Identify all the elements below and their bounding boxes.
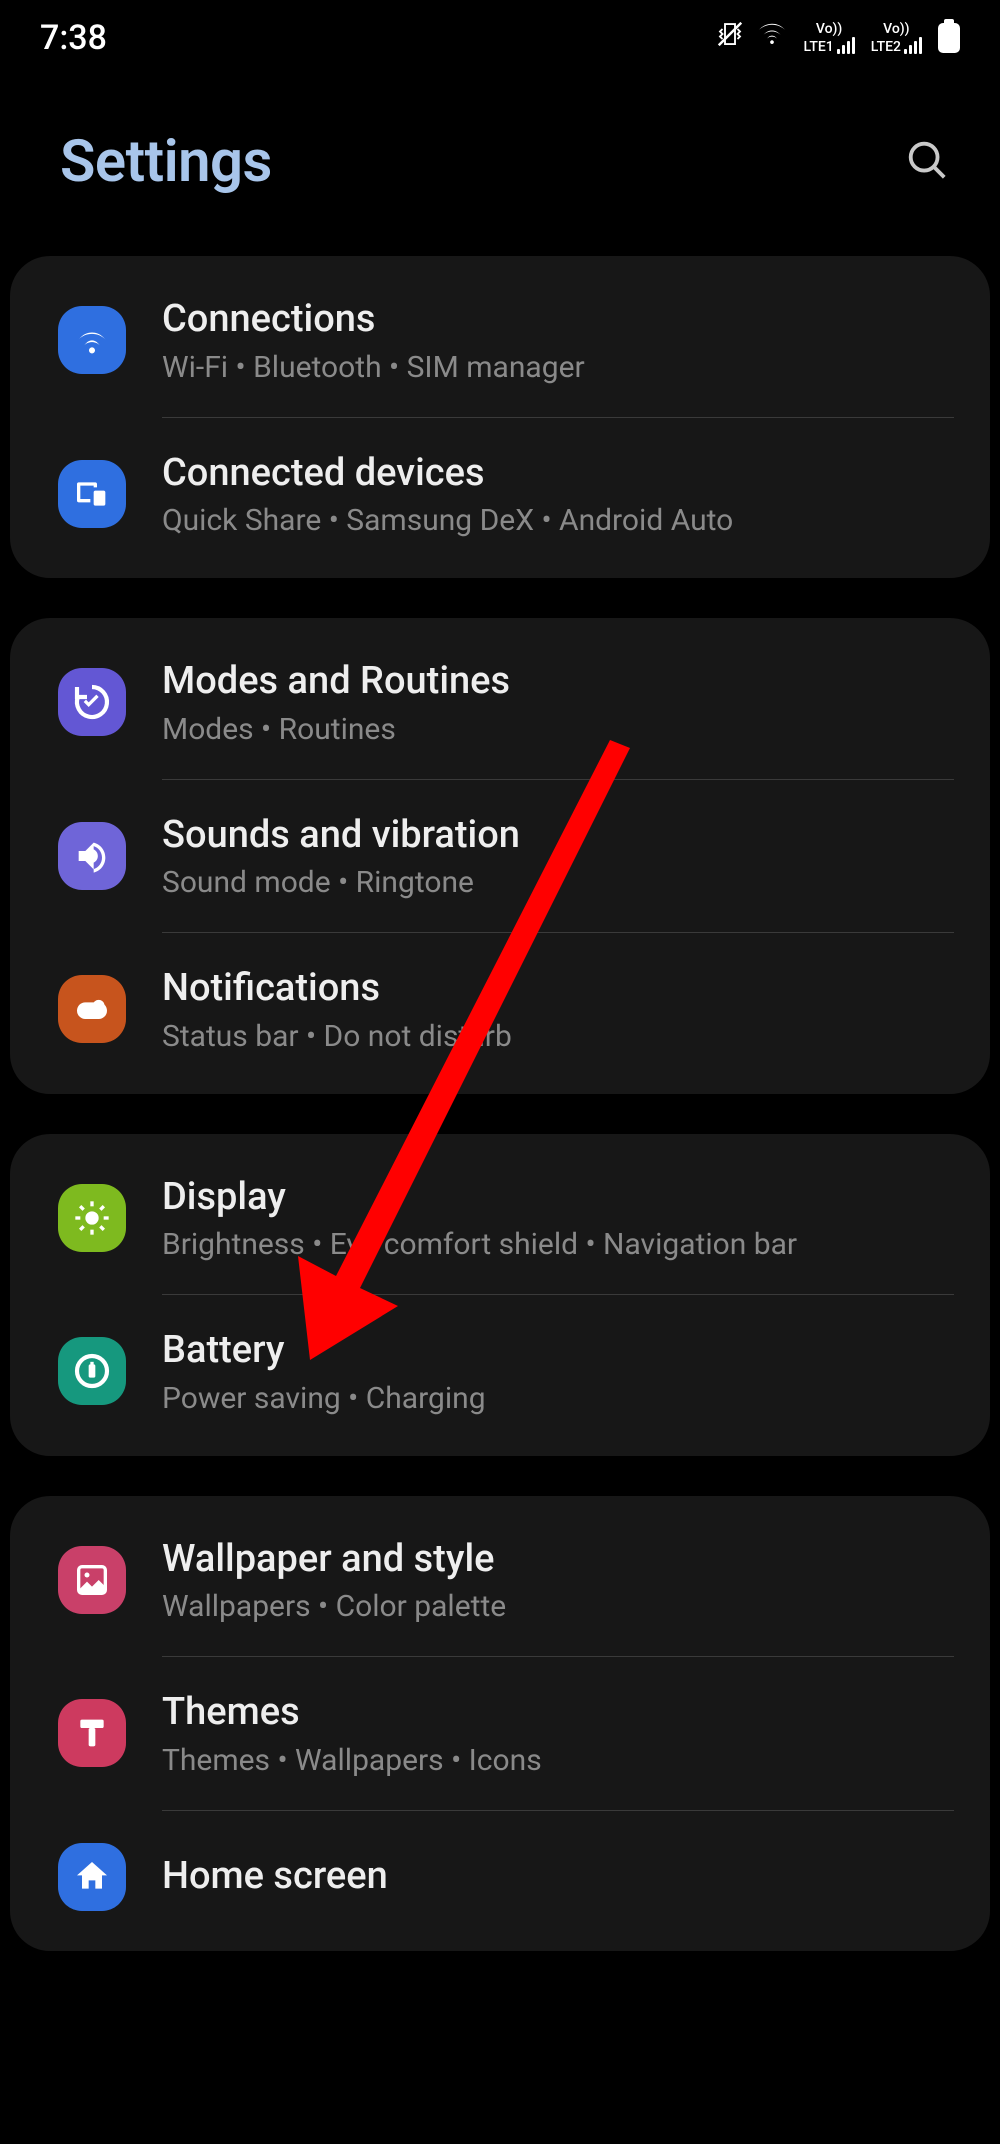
item-text: Notifications Status bar • Do not disturb — [162, 965, 954, 1054]
item-text: Sounds and vibration Sound mode • Rington… — [162, 812, 954, 901]
item-subtitle: Modes • Routines — [162, 712, 954, 747]
item-subtitle: Wallpapers • Color palette — [162, 1589, 954, 1624]
item-subtitle: Power saving • Charging — [162, 1381, 954, 1416]
item-title: Themes — [162, 1689, 954, 1737]
settings-item-battery[interactable]: Battery Power saving • Charging — [10, 1295, 990, 1448]
routine-icon — [58, 668, 126, 736]
theme-icon — [58, 1699, 126, 1767]
settings-group: Display Brightness • Eye comfort shield •… — [10, 1134, 990, 1456]
settings-item-display[interactable]: Display Brightness • Eye comfort shield •… — [10, 1142, 990, 1295]
item-text: Themes Themes • Wallpapers • Icons — [162, 1689, 954, 1778]
item-subtitle: Themes • Wallpapers • Icons — [162, 1743, 954, 1778]
status-bar: 7:38 Vo)) LTE1 Vo)) LTE2 — [0, 0, 1000, 68]
item-text: Wallpaper and style Wallpapers • Color pa… — [162, 1536, 954, 1625]
brightness-icon — [58, 1184, 126, 1252]
item-title: Sounds and vibration — [162, 812, 954, 860]
settings-header: Settings — [0, 68, 1000, 256]
item-text: Connections Wi-Fi • Bluetooth • SIM manag… — [162, 296, 954, 385]
status-time: 7:38 — [40, 18, 107, 58]
wifi-icon — [757, 18, 787, 58]
item-title: Battery — [162, 1327, 954, 1375]
item-text: Modes and Routines Modes • Routines — [162, 658, 954, 747]
item-text: Home screen — [162, 1853, 954, 1901]
settings-item-home-screen[interactable]: Home screen — [10, 1811, 990, 1943]
settings-item-modes-routines[interactable]: Modes and Routines Modes • Routines — [10, 626, 990, 779]
settings-group: Modes and Routines Modes • Routines Sounds… — [10, 618, 990, 1094]
sound-icon — [58, 822, 126, 890]
item-title: Home screen — [162, 1853, 954, 1901]
item-subtitle: Status bar • Do not disturb — [162, 1019, 954, 1054]
item-subtitle: Brightness • Eye comfort shield • Naviga… — [162, 1227, 954, 1262]
sim1-indicator: Vo)) LTE1 — [803, 22, 854, 54]
settings-group: Connections Wi-Fi • Bluetooth • SIM manag… — [10, 256, 990, 578]
sim2-indicator: Vo)) LTE2 — [871, 22, 922, 54]
page-title: Settings — [60, 128, 272, 196]
item-title: Connections — [162, 296, 954, 344]
home-icon — [58, 1843, 126, 1911]
item-title: Display — [162, 1174, 954, 1222]
item-subtitle: Sound mode • Ringtone — [162, 865, 954, 900]
item-subtitle: Quick Share • Samsung DeX • Android Auto — [162, 503, 954, 538]
settings-groups: Connections Wi-Fi • Bluetooth • SIM manag… — [0, 256, 1000, 1951]
item-title: Modes and Routines — [162, 658, 954, 706]
battery-icon — [58, 1337, 126, 1405]
settings-group: Wallpaper and style Wallpapers • Color pa… — [10, 1496, 990, 1951]
notif-icon — [58, 975, 126, 1043]
search-button[interactable] — [904, 137, 950, 187]
item-text: Connected devices Quick Share • Samsung D… — [162, 450, 954, 539]
item-subtitle: Wi-Fi • Bluetooth • SIM manager — [162, 350, 954, 385]
item-text: Display Brightness • Eye comfort shield •… — [162, 1174, 954, 1263]
picture-icon — [58, 1546, 126, 1614]
battery-icon — [938, 23, 960, 53]
status-indicators: Vo)) LTE1 Vo)) LTE2 — [715, 18, 960, 58]
item-title: Notifications — [162, 965, 954, 1013]
settings-item-wallpaper-style[interactable]: Wallpaper and style Wallpapers • Color pa… — [10, 1504, 990, 1657]
settings-item-sounds-vibration[interactable]: Sounds and vibration Sound mode • Rington… — [10, 780, 990, 933]
item-text: Battery Power saving • Charging — [162, 1327, 954, 1416]
settings-item-notifications[interactable]: Notifications Status bar • Do not disturb — [10, 933, 990, 1086]
settings-item-connections[interactable]: Connections Wi-Fi • Bluetooth • SIM manag… — [10, 264, 990, 417]
devices-icon — [58, 460, 126, 528]
vibrate-icon — [715, 18, 745, 58]
settings-item-connected-devices[interactable]: Connected devices Quick Share • Samsung D… — [10, 418, 990, 571]
wifi-icon — [58, 306, 126, 374]
settings-item-themes[interactable]: Themes Themes • Wallpapers • Icons — [10, 1657, 990, 1810]
item-title: Wallpaper and style — [162, 1536, 954, 1584]
item-title: Connected devices — [162, 450, 954, 498]
